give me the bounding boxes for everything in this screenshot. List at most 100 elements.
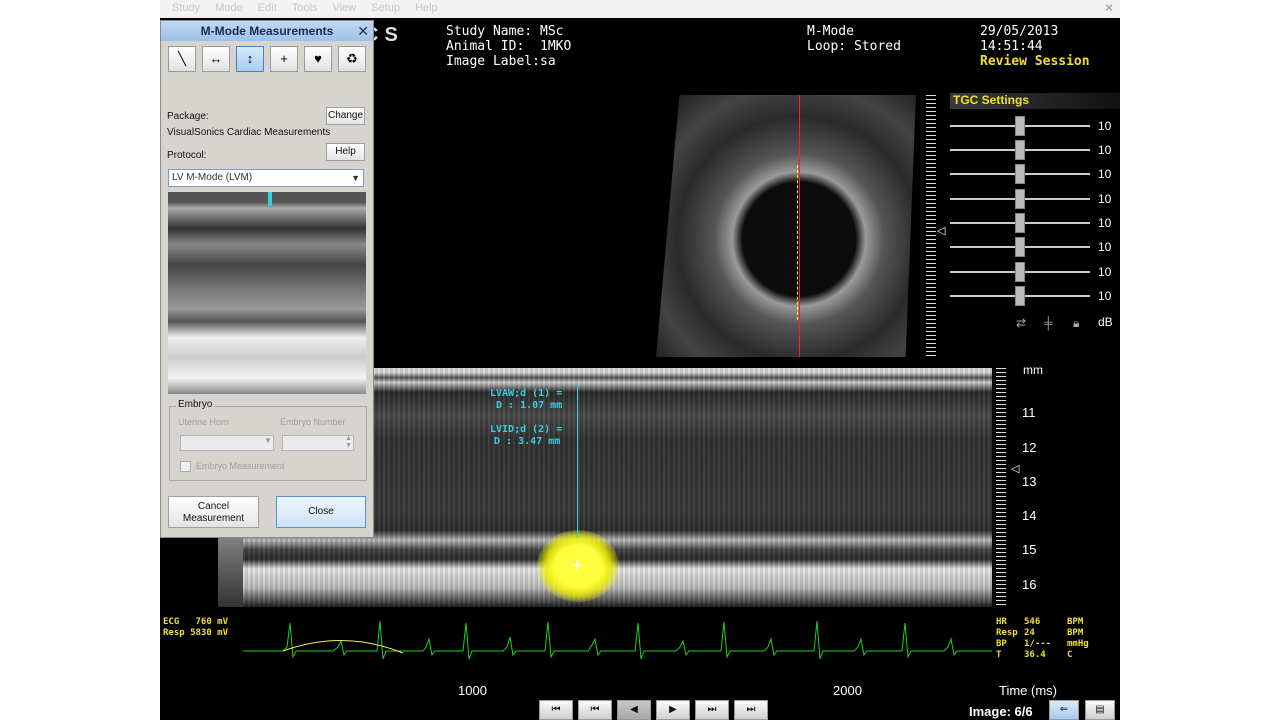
bp-value: 1/--- <box>1024 639 1052 649</box>
tgc-link-icon[interactable]: ╪ <box>1044 316 1053 330</box>
bmode-depth-scale <box>926 95 936 357</box>
ecg-scale-label: ECG 760 mV <box>163 617 229 627</box>
tgc-slider-knob[interactable] <box>1015 262 1025 282</box>
tgc-value: 10 <box>1098 289 1112 303</box>
first-frame-button[interactable]: ⏮ <box>539 700 573 720</box>
vertical-distance-tool-icon[interactable]: ↕ <box>236 46 264 72</box>
tgc-slider[interactable]: 10 <box>950 164 1120 184</box>
tgc-value: 10 <box>1098 192 1112 206</box>
temp-value: 36.4 <box>1024 650 1046 660</box>
tgc-slider-knob[interactable] <box>1015 286 1025 306</box>
tgc-slider[interactable]: 10 <box>950 262 1120 282</box>
tgc-slider[interactable]: 10 <box>950 213 1120 233</box>
time-tick-label: 2000 <box>833 683 862 698</box>
crosshair-cursor-icon[interactable]: + <box>568 556 586 574</box>
focus-marker-icon[interactable]: ◁ <box>937 224 945 237</box>
dialog-title: M-Mode Measurements <box>161 21 373 41</box>
package-label: Package: <box>167 111 209 122</box>
uterine-horn-select[interactable]: ▼ <box>180 435 274 451</box>
menu-mode[interactable]: Mode <box>215 2 243 14</box>
resp-scale-label: Resp 5830 mV <box>163 628 229 638</box>
chevron-down-icon: ▼ <box>351 173 360 183</box>
embryo-group: Embryo Uterine Horn Embryo Number ▼ ▲ ▼ E… <box>169 399 367 481</box>
menu-bar: Study Mode Edit Tools View Setup Help <box>160 0 1120 18</box>
tgc-slider-knob[interactable] <box>1015 140 1025 160</box>
image-prev-icon[interactable]: ⇐ <box>1049 700 1079 720</box>
tgc-slider-knob[interactable] <box>1015 213 1025 233</box>
line-tool-icon[interactable]: ╲ <box>168 46 196 72</box>
mmode-measurements-dialog: M-Mode Measurements ✕ ╲ ↔ ↕ + ♥ ♻ Packag… <box>160 20 374 538</box>
close-button[interactable]: Close <box>276 496 366 528</box>
mmode-grayscale-bar <box>218 530 243 607</box>
mmode-cursor-line[interactable] <box>799 95 800 357</box>
animal-id-label: Animal ID: <box>446 39 525 54</box>
tgc-slider[interactable]: 10 <box>950 286 1120 306</box>
horizontal-distance-tool-icon[interactable]: ↔ <box>202 46 230 72</box>
study-name-value: MSc <box>540 24 564 39</box>
play-button[interactable]: ▶ <box>656 700 690 720</box>
help-button[interactable]: Help <box>326 143 365 161</box>
tgc-slider[interactable]: 10 <box>950 237 1120 257</box>
embryo-number-stepper[interactable]: ▲ ▼ <box>282 435 354 451</box>
tgc-value: 10 <box>1098 216 1112 230</box>
resp-label: Resp <box>996 628 1018 638</box>
tgc-slider[interactable]: 10 <box>950 189 1120 209</box>
bp-label: BP <box>996 639 1007 649</box>
play-reverse-button[interactable]: ◀ <box>617 700 651 720</box>
tgc-value: 10 <box>1098 265 1112 279</box>
protocol-label: Protocol: <box>167 150 207 161</box>
depth-tick-label: 11 <box>1022 405 1036 420</box>
menu-tools[interactable]: Tools <box>292 2 318 14</box>
change-package-button[interactable]: Change <box>326 107 365 125</box>
heart-rate-tool-icon[interactable]: ♥ <box>304 46 332 72</box>
menu-view[interactable]: View <box>333 2 357 14</box>
tgc-value: 10 <box>1098 240 1112 254</box>
package-value: VisualSonics Cardiac Measurements <box>167 127 331 138</box>
menu-edit[interactable]: Edit <box>258 2 277 14</box>
previous-frame-button[interactable]: ⏮ <box>578 700 612 720</box>
protocol-select[interactable]: LV M-Mode (LVM) ▼ <box>168 169 364 187</box>
tgc-unit: dB <box>1098 315 1113 329</box>
trace-tool-icon[interactable]: ♻ <box>338 46 366 72</box>
measurement-line <box>577 383 578 538</box>
menu-study[interactable]: Study <box>172 2 200 14</box>
image-export-icon[interactable]: ▤ <box>1085 700 1115 720</box>
depth-tick-label: 16 <box>1022 577 1037 592</box>
tgc-slider-knob[interactable] <box>1015 237 1025 257</box>
tgc-settings-title: TGC Settings <box>950 93 1120 109</box>
temp-label: T <box>996 650 1002 660</box>
tgc-value: 10 <box>1098 143 1112 157</box>
tgc-slider-knob[interactable] <box>1015 164 1025 184</box>
dialog-close-icon[interactable]: ✕ <box>357 23 369 39</box>
stepper-arrows-icon[interactable]: ▲ ▼ <box>345 435 352 449</box>
time-tick-label: 1000 <box>458 683 487 698</box>
hr-value: 546 <box>1024 617 1041 627</box>
embryo-measurement-checkbox[interactable] <box>180 461 191 472</box>
tgc-lock-icon[interactable]: 🔒︎ <box>1073 316 1079 331</box>
point-tool-icon[interactable]: + <box>270 46 298 72</box>
menu-help[interactable]: Help <box>415 2 438 14</box>
tgc-slider[interactable]: 10 <box>950 140 1120 160</box>
hr-unit: BPM <box>1067 617 1084 627</box>
menu-setup[interactable]: Setup <box>371 2 400 14</box>
imaging-mode: M-Mode <box>807 24 854 39</box>
measurement-2-value: D : 3.47 mm <box>494 436 561 447</box>
last-frame-button[interactable]: ⏭ <box>734 700 768 720</box>
cancel-measurement-button[interactable]: Cancel Measurement <box>168 496 259 528</box>
tgc-slider[interactable]: 10 <box>950 116 1120 136</box>
tgc-slider-knob[interactable] <box>1015 116 1025 136</box>
tgc-reset-icon[interactable]: ⇄ <box>1016 316 1026 330</box>
tgc-slider-knob[interactable] <box>1015 189 1025 209</box>
study-name-label: Study Name: <box>446 24 533 39</box>
measurement-1-title: LVAW;d (1) = <box>490 388 563 399</box>
chevron-down-icon: ▼ <box>264 436 272 445</box>
next-frame-button[interactable]: ⏭ <box>695 700 729 720</box>
mmode-depth-unit: mm <box>1023 363 1043 377</box>
window-close-icon[interactable]: ✕ <box>1104 2 1116 14</box>
depth-tick-label: 14 <box>1022 508 1037 523</box>
resp-value: 24 <box>1024 628 1035 638</box>
left-margin <box>0 0 160 720</box>
bmode-image[interactable] <box>656 95 916 357</box>
mmode-focus-marker-icon[interactable]: ◁ <box>1011 462 1019 475</box>
preview-marker <box>268 192 272 206</box>
